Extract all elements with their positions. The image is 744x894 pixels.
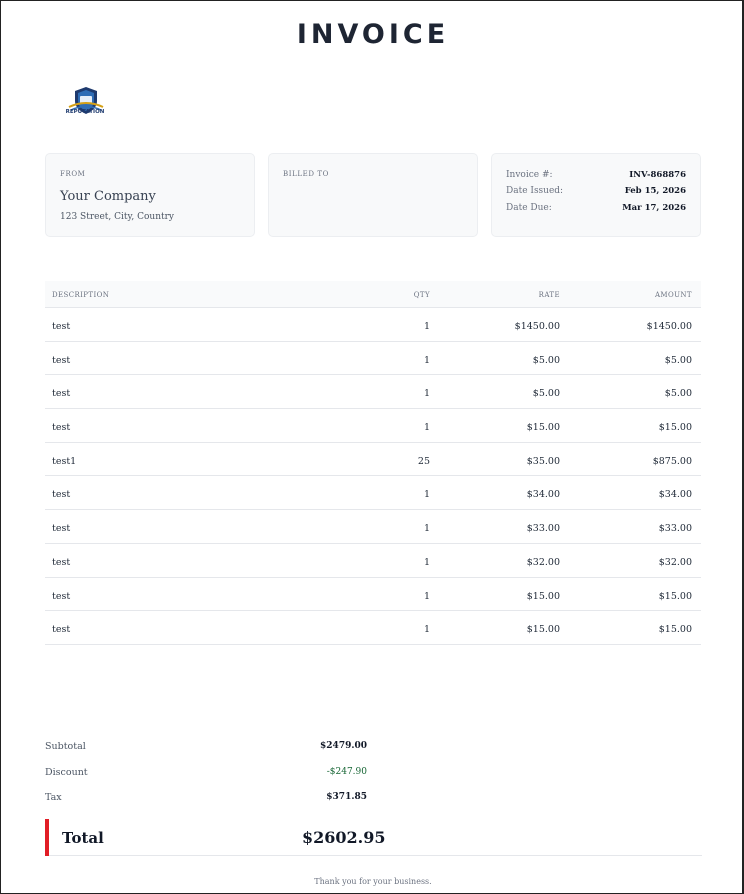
subtotal-row: Subtotal $2479.00 xyxy=(45,741,367,767)
invoice-title: INVOICE xyxy=(296,19,450,50)
total-value: $2602.95 xyxy=(302,828,386,847)
tax-row: Tax $371.85 xyxy=(45,792,367,818)
billed-to-card: BILLED TO xyxy=(268,153,478,237)
tax-value: $371.85 xyxy=(326,792,367,803)
footer-note: Thank you for your business. xyxy=(314,877,432,886)
row-amount: $875.00 xyxy=(652,455,692,467)
row-rate: $1450.00 xyxy=(514,321,560,332)
table-row: test 1 $5.00 $5.00 xyxy=(45,342,701,376)
discount-value: -$247.90 xyxy=(326,766,367,777)
row-rate: $15.00 xyxy=(526,590,560,602)
row-description: test xyxy=(52,624,71,636)
table-row: test 1 $32.00 $32.00 xyxy=(45,544,701,578)
invoice-number-row: Invoice #: INV-868876 xyxy=(506,170,686,184)
discount-label: Discount xyxy=(45,766,88,778)
date-due-row: Date Due: Mar 17, 2026 xyxy=(506,203,686,217)
row-amount: $15.00 xyxy=(658,590,692,602)
table-header: DESCRIPTION QTY RATE AMOUNT xyxy=(45,281,701,308)
row-description: test xyxy=(52,388,71,400)
row-rate: $5.00 xyxy=(532,388,560,400)
row-amount: $5.00 xyxy=(664,388,692,400)
line-items-table: DESCRIPTION QTY RATE AMOUNT test 1 $1450… xyxy=(45,281,701,645)
row-qty: 1 xyxy=(423,422,430,434)
subtotal-value: $2479.00 xyxy=(320,741,367,751)
row-qty: 1 xyxy=(423,590,430,602)
row-rate: $32.00 xyxy=(526,556,560,568)
total-label: Total xyxy=(62,829,104,847)
row-description: test xyxy=(52,321,71,332)
row-rate: $34.00 xyxy=(526,489,560,501)
header-rate: RATE xyxy=(538,291,560,299)
row-rate: $15.00 xyxy=(526,422,560,434)
row-description: test xyxy=(52,489,71,501)
discount-row: Discount -$247.90 xyxy=(45,767,367,793)
table-row: test 1 $1450.00 $1450.00 xyxy=(45,308,701,342)
row-amount: $15.00 xyxy=(658,422,692,434)
row-description: test xyxy=(52,590,71,602)
row-amount: $34.00 xyxy=(658,489,692,501)
company-name: Your Company xyxy=(60,189,156,204)
table-row: test 1 $15.00 $15.00 xyxy=(45,611,701,645)
row-amount: $33.00 xyxy=(658,523,692,535)
row-qty: 1 xyxy=(423,523,430,535)
from-label: FROM xyxy=(60,170,86,178)
meta-label: Invoice #: xyxy=(506,170,553,180)
tax-label: Tax xyxy=(45,792,62,804)
grand-total: Total $2602.95 xyxy=(45,819,702,856)
row-rate: $35.00 xyxy=(526,455,560,467)
table-row: test 1 $15.00 $15.00 xyxy=(45,409,701,443)
row-amount: $15.00 xyxy=(658,624,692,636)
row-amount: $5.00 xyxy=(664,354,692,366)
row-amount: $32.00 xyxy=(658,556,692,568)
subtotal-label: Subtotal xyxy=(45,741,86,752)
date-due: Mar 17, 2026 xyxy=(622,203,686,213)
from-card: FROM Your Company 123 Street, City, Coun… xyxy=(45,153,255,237)
header-qty: QTY xyxy=(413,291,430,299)
table-row: test1 25 $35.00 $875.00 xyxy=(45,443,701,477)
row-qty: 1 xyxy=(423,321,430,332)
row-qty: 1 xyxy=(423,354,430,366)
row-description: test xyxy=(52,422,71,434)
table-row: test 1 $5.00 $5.00 xyxy=(45,375,701,410)
table-row: test 1 $15.00 $15.00 xyxy=(45,578,701,612)
table-row: test 1 $34.00 $34.00 xyxy=(45,476,701,511)
meta-label: Date Due: xyxy=(506,203,552,213)
date-issued: Feb 15, 2026 xyxy=(624,186,686,196)
meta-label: Date Issued: xyxy=(506,186,564,196)
row-description: test xyxy=(52,556,71,568)
row-qty: 1 xyxy=(423,388,430,400)
row-description: test xyxy=(52,523,71,535)
logo-text: REPUTATION xyxy=(65,109,105,115)
billed-to-label: BILLED TO xyxy=(283,170,329,178)
table-row: test 1 $33.00 $33.00 xyxy=(45,510,701,544)
header-description: DESCRIPTION xyxy=(52,291,110,299)
total-accent-bar xyxy=(45,819,49,856)
row-rate: $33.00 xyxy=(526,523,560,535)
invoice-page: INVOICE REPUTATION FROM Your Company 123… xyxy=(0,0,744,894)
row-qty: 1 xyxy=(423,624,430,636)
row-qty: 1 xyxy=(423,556,430,568)
row-qty: 25 xyxy=(417,455,430,467)
header-amount: AMOUNT xyxy=(654,291,692,299)
invoice-meta-card: Invoice #: INV-868876 Date Issued: Feb 1… xyxy=(491,153,701,237)
row-description: test xyxy=(52,354,71,366)
row-description: test1 xyxy=(52,455,77,467)
row-amount: $1450.00 xyxy=(646,321,692,332)
row-rate: $15.00 xyxy=(526,624,560,636)
row-qty: 1 xyxy=(423,489,430,501)
company-address: 123 Street, City, Country xyxy=(60,212,175,222)
date-issued-row: Date Issued: Feb 15, 2026 xyxy=(506,186,686,200)
totals-summary: Subtotal $2479.00 Discount -$247.90 Tax … xyxy=(45,741,367,818)
row-rate: $5.00 xyxy=(532,354,560,366)
invoice-number: INV-868876 xyxy=(629,170,686,180)
